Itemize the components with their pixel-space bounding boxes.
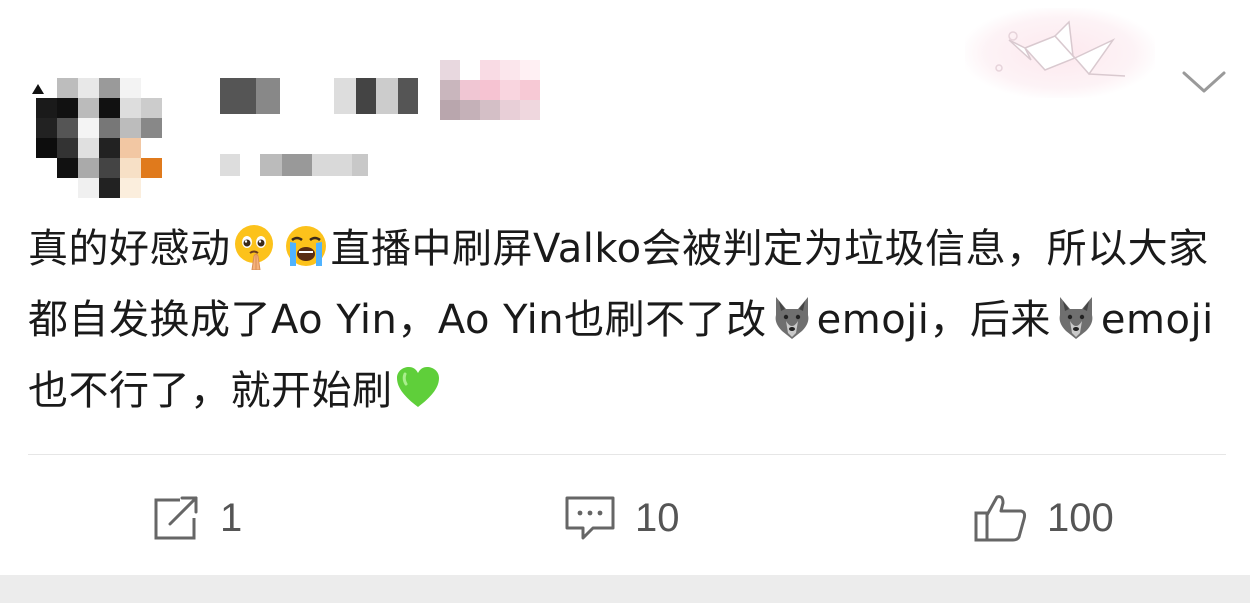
share-square-icon <box>150 494 202 542</box>
like-button[interactable]: 100 <box>973 488 1114 548</box>
post-body: 真的好感动 直播中刷屏Valko会被判定为垃圾信息，所以大家都自发换成了Ao Y… <box>28 214 1228 427</box>
more-options-button[interactable] <box>1178 64 1230 104</box>
comment-button[interactable]: 10 <box>563 488 680 548</box>
username-redacted[interactable] <box>220 78 418 114</box>
repost-button[interactable]: 1 <box>150 488 242 548</box>
thumbs-up-icon <box>973 493 1029 543</box>
green-heart-emoji <box>394 364 442 412</box>
avatar-corner-mark <box>32 84 44 94</box>
post-meta-redacted <box>220 154 368 176</box>
chevron-down-icon <box>1180 68 1228 100</box>
like-count: 100 <box>1047 495 1114 540</box>
repost-count: 1 <box>220 495 243 540</box>
comment-count: 10 <box>635 495 680 540</box>
post-text-part-3: emoji，后来 <box>816 297 1051 343</box>
member-badge-redacted <box>440 60 562 120</box>
wolf-emoji <box>1052 293 1100 341</box>
post-text-part-1: 真的好感动 <box>28 226 231 272</box>
feed-separator <box>0 575 1250 603</box>
paper-crane-icon <box>965 8 1155 98</box>
pleading-hands-emoji <box>232 222 280 270</box>
crying-face-emoji <box>282 222 330 270</box>
comment-bubble-icon <box>563 494 617 542</box>
action-bar-divider <box>28 454 1226 455</box>
wolf-emoji <box>768 293 816 341</box>
post-card: 真的好感动 直播中刷屏Valko会被判定为垃圾信息，所以大家都自发换成了Ao Y… <box>0 0 1250 575</box>
avatar[interactable] <box>32 78 184 198</box>
